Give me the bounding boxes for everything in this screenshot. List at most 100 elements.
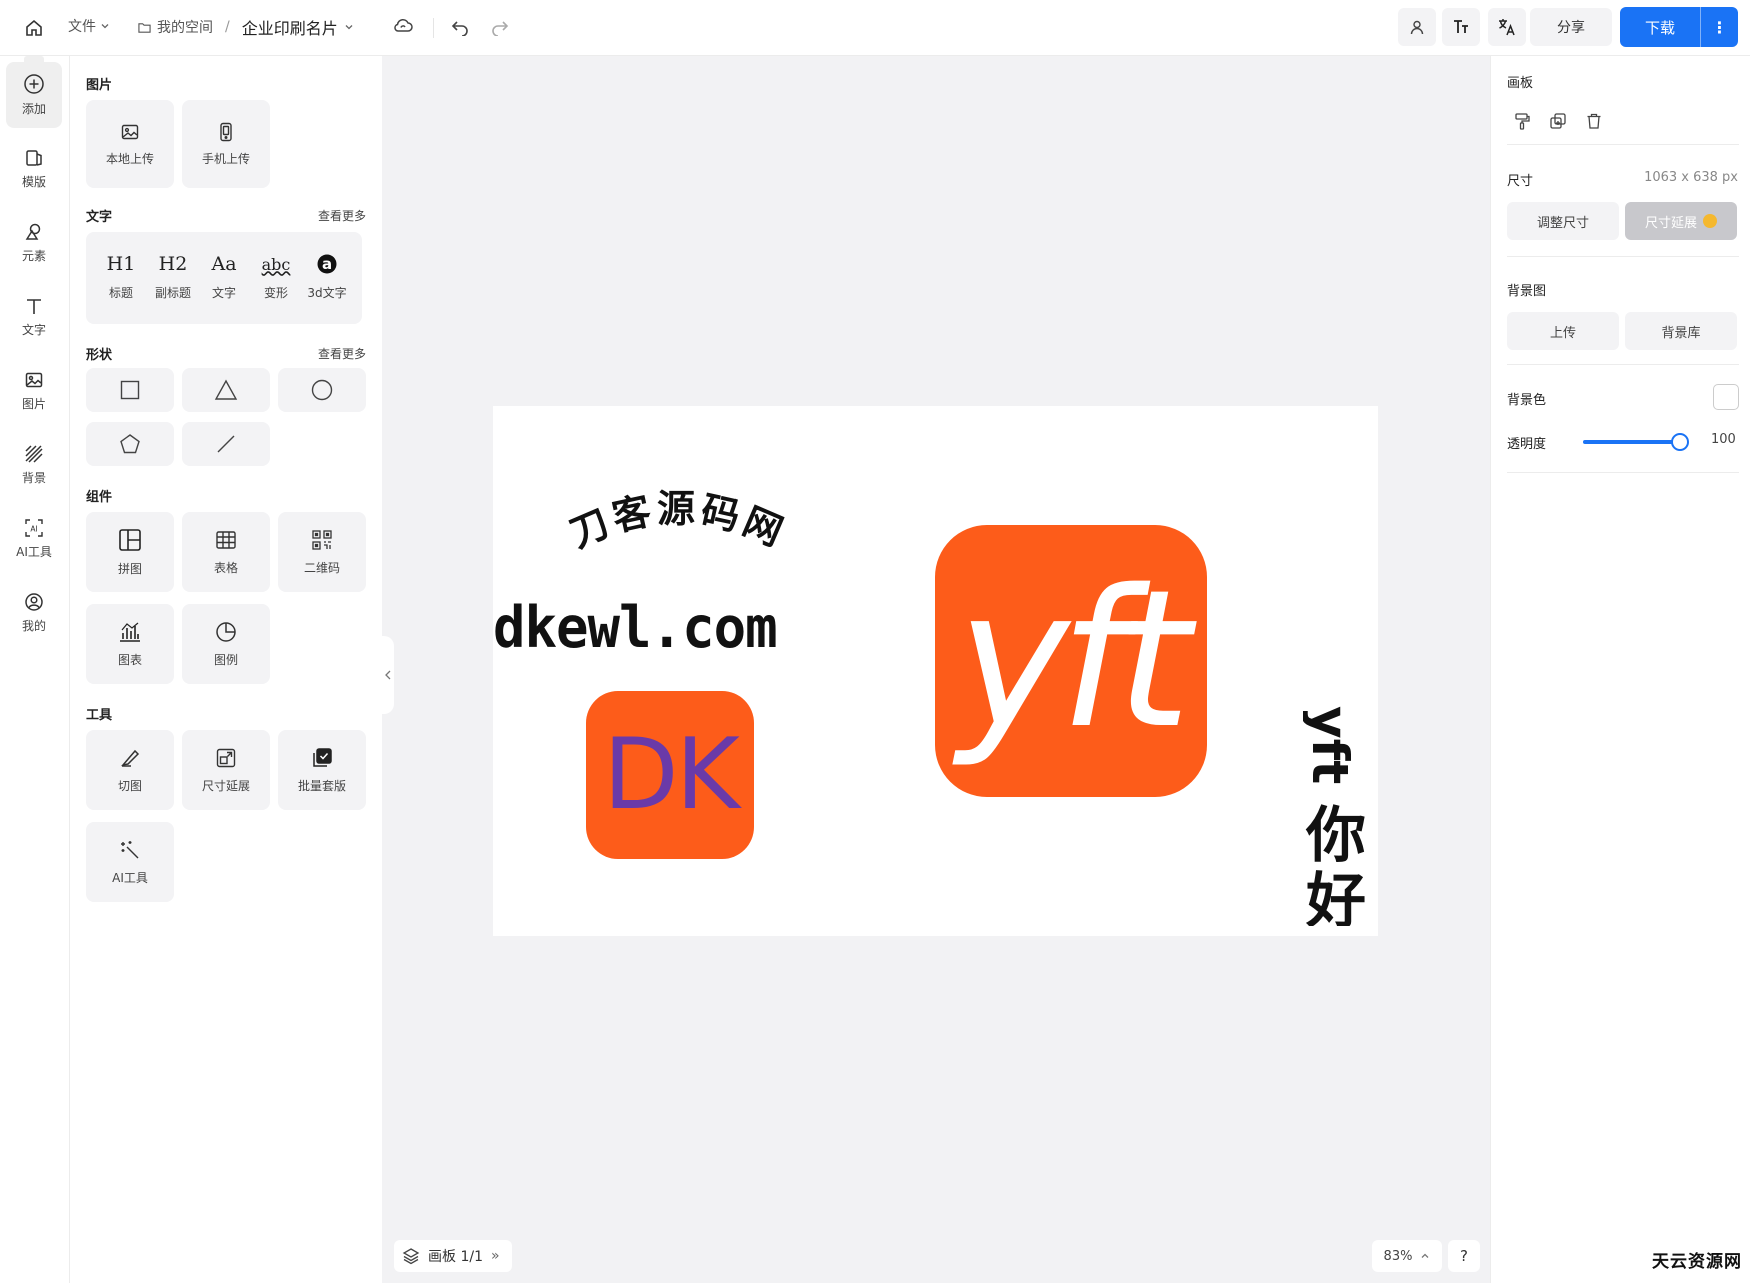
artboard[interactable]: 刀客源码网 dkewl.com DK yft yft 你 好 — [493, 406, 1378, 936]
shape-pentagon[interactable] — [86, 422, 174, 466]
text-style-h2[interactable]: H2 副标题 — [148, 252, 198, 301]
font-button[interactable] — [1442, 8, 1480, 46]
magic-wand-icon — [121, 840, 139, 858]
component-chart[interactable]: 图表 — [86, 604, 174, 684]
nav-mine[interactable]: 我的 — [6, 580, 62, 646]
translate-button[interactable] — [1488, 8, 1526, 46]
text-styles-box: H1 标题 H2 副标题 Aa 文字 abc 变形 a 3d文字 — [86, 232, 362, 324]
share-button[interactable]: 分享 — [1530, 8, 1612, 46]
text-style-h1[interactable]: H1 标题 — [96, 252, 146, 301]
breadcrumb: 我的空间 / 企业印刷名片 — [138, 15, 354, 39]
local-upload-card[interactable]: 本地上传 — [86, 100, 174, 188]
tool-size-extend[interactable]: 尺寸延展 — [182, 730, 270, 810]
shape-circle[interactable] — [278, 368, 366, 412]
component-qrcode[interactable]: 二维码 — [278, 512, 366, 592]
nav-ai-tools[interactable]: AI AI工具 — [6, 506, 62, 572]
tool-slice[interactable]: 切图 — [86, 730, 174, 810]
document-title[interactable]: 企业印刷名片 — [242, 15, 338, 39]
h2-glyph: H2 — [158, 253, 188, 275]
shapes-see-more-link[interactable]: 查看更多 — [318, 345, 366, 362]
vertical-text[interactable]: yft 你 好 — [1303, 696, 1373, 926]
chevron-down-icon — [101, 24, 109, 29]
undo-button[interactable] — [450, 16, 470, 36]
nav-image[interactable]: 图片 — [6, 358, 62, 424]
text-style-body[interactable]: Aa 文字 — [199, 252, 249, 301]
collapse-panel-button[interactable] — [382, 636, 394, 714]
component-chart-label: 图表 — [117, 652, 142, 667]
text-style-warp[interactable]: abc 变形 — [251, 252, 301, 301]
breadcrumb-space[interactable]: 我的空间 — [157, 17, 213, 37]
yft-logo-text: yft — [952, 549, 1197, 770]
shape-rectangle[interactable] — [86, 368, 174, 412]
nav-background[interactable]: 背景 — [6, 432, 62, 498]
format-painter-icon[interactable] — [1513, 112, 1531, 130]
arc-text-content: 刀客源码网 — [563, 487, 788, 556]
nav-elements-label: 元素 — [21, 249, 46, 263]
batch-icon — [313, 747, 332, 767]
canvas-workspace[interactable]: 刀客源码网 dkewl.com DK yft yft 你 好 画板 1/1 » … — [382, 56, 1490, 1283]
chevron-down-icon[interactable] — [344, 22, 354, 32]
zoom-control[interactable]: 83% — [1372, 1240, 1442, 1272]
resize-icon — [216, 748, 236, 767]
svg-text:刀客源码网: 刀客源码网 — [563, 487, 792, 556]
layers-icon — [402, 1248, 420, 1265]
download-more-button[interactable]: ⋮ — [1700, 7, 1738, 47]
bg-color-swatch[interactable] — [1713, 384, 1739, 410]
nav-text-label: 文字 — [21, 323, 46, 337]
yft-logo[interactable]: yft — [935, 525, 1207, 797]
layers-pager[interactable]: 画板 1/1 » — [394, 1240, 512, 1272]
nav-text[interactable]: 文字 — [6, 284, 62, 350]
home-button[interactable] — [18, 14, 50, 42]
file-menu[interactable]: 文件 — [68, 16, 110, 36]
size-value: 1063 x 638 px — [1644, 170, 1738, 185]
shape-line[interactable] — [182, 422, 270, 466]
text-icon — [27, 299, 41, 314]
nav-mine-label: 我的 — [21, 619, 46, 633]
component-table[interactable]: 表格 — [182, 512, 270, 592]
divider — [1507, 144, 1739, 145]
pie-chart-icon — [216, 621, 236, 642]
help-button[interactable]: ? — [1448, 1240, 1480, 1272]
home-icon — [26, 19, 42, 36]
tool-batch-template[interactable]: 批量套版 — [278, 730, 366, 810]
collage-icon — [119, 528, 141, 551]
tool-ai[interactable]: AI工具 — [86, 822, 174, 902]
component-legend[interactable]: 图例 — [182, 604, 270, 684]
text-see-more-link[interactable]: 查看更多 — [318, 207, 366, 224]
bg-library-button[interactable]: 背景库 — [1625, 312, 1737, 350]
knife-icon — [121, 749, 140, 767]
nav-elements[interactable]: 元素 — [6, 210, 62, 276]
divider — [1507, 364, 1739, 365]
url-text[interactable]: dkewl.com — [493, 594, 778, 660]
text-3d-glyph: a — [322, 255, 332, 273]
zoom-level: 83% — [1383, 1248, 1413, 1264]
qrcode-icon — [312, 529, 332, 550]
shape-triangle[interactable] — [182, 368, 270, 412]
double-chevron-right-icon[interactable]: » — [491, 1248, 500, 1264]
arc-text[interactable]: 刀客源码网 — [533, 471, 823, 571]
cloud-save-button[interactable] — [392, 15, 414, 37]
download-button[interactable]: 下载 — [1620, 7, 1700, 47]
collaborator-button[interactable] — [1398, 8, 1436, 46]
section-title-shapes: 形状 — [86, 348, 113, 363]
nav-template[interactable]: 模版 — [6, 136, 62, 202]
size-extend-button[interactable]: 尺寸延展 — [1625, 202, 1737, 240]
opacity-slider-track[interactable] — [1583, 440, 1677, 444]
cloud-sync-icon — [394, 18, 413, 32]
nav-add[interactable]: 添加 — [6, 56, 62, 128]
add-circle-icon — [24, 74, 44, 94]
elements-icon — [25, 223, 41, 240]
phone-upload-card[interactable]: 手机上传 — [182, 100, 270, 188]
text-style-h2-label: 副标题 — [154, 286, 191, 300]
text-style-body-label: 文字 — [211, 286, 236, 300]
resize-button[interactable]: 调整尺寸 — [1507, 202, 1619, 240]
copy-icon[interactable] — [1549, 112, 1567, 130]
component-collage[interactable]: 拼图 — [86, 512, 174, 592]
upload-bg-button[interactable]: 上传 — [1507, 312, 1619, 350]
trash-icon[interactable] — [1585, 112, 1603, 130]
dk-logo[interactable]: DK — [586, 691, 754, 859]
redo-button[interactable] — [490, 16, 510, 36]
opacity-slider-thumb[interactable] — [1671, 433, 1689, 451]
text-style-3d[interactable]: a 3d文字 — [302, 252, 352, 301]
folder-icon — [138, 22, 151, 33]
